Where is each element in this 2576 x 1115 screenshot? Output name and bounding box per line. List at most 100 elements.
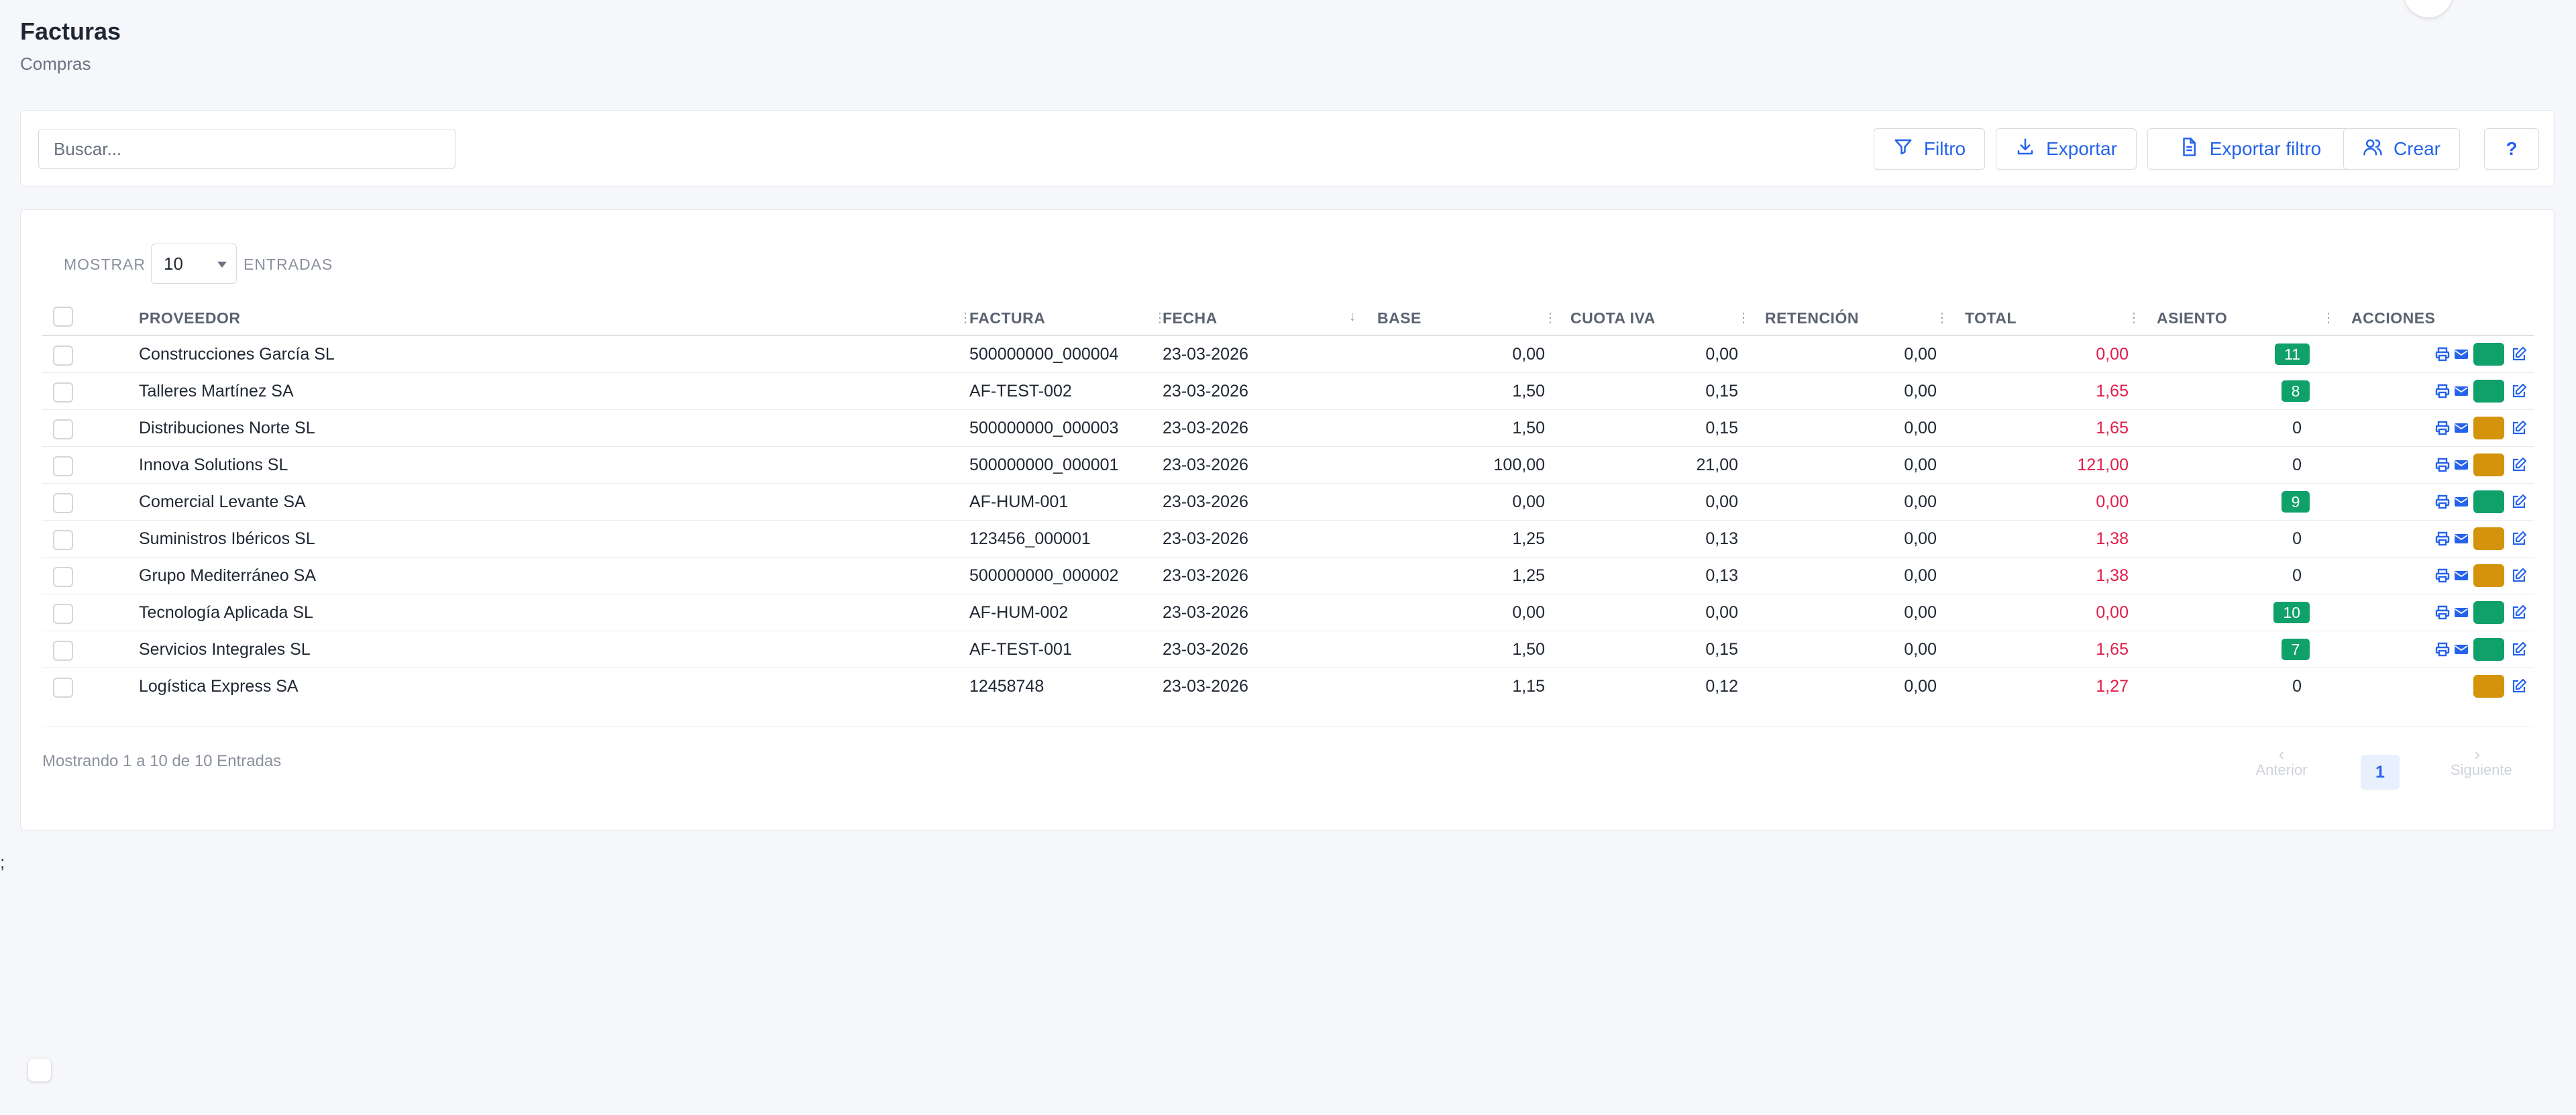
corner-toggle[interactable] [28, 1059, 51, 1081]
cell-proveedor: Innova Solutions SL [139, 456, 288, 474]
status-button[interactable] [2473, 675, 2504, 698]
table-row[interactable]: Logística Express SA 12458748 23-03-2026 1,… [42, 668, 2534, 704]
mail-icon[interactable] [2453, 420, 2469, 436]
edit-icon[interactable] [2511, 641, 2527, 657]
row-checkbox[interactable] [53, 604, 73, 624]
top-right-round-button[interactable] [2404, 0, 2453, 17]
mail-icon[interactable] [2453, 531, 2469, 547]
page-size-select[interactable]: 10 [151, 244, 237, 284]
sort-icon[interactable]: ⋮ [2322, 309, 2335, 326]
table-row[interactable]: Comercial Levante SA AF-HUM-001 23-03-2026… [42, 484, 2534, 521]
select-all-checkbox[interactable] [53, 307, 73, 327]
column-header-asiento[interactable]: ASIENTO [2157, 309, 2227, 327]
column-header-total[interactable]: TOTAL [1965, 309, 2017, 327]
column-header-base[interactable]: BASE [1377, 309, 1421, 327]
edit-icon[interactable] [2511, 678, 2527, 694]
edit-icon[interactable] [2511, 420, 2527, 436]
status-button[interactable] [2473, 490, 2504, 513]
page-subtitle: Compras [20, 54, 91, 74]
export-button[interactable]: Exportar [1996, 128, 2137, 170]
row-checkbox[interactable] [53, 678, 73, 698]
table-row[interactable]: Servicios Integrales SL AF-TEST-001 23-03-… [42, 631, 2534, 668]
mail-icon[interactable] [2453, 568, 2469, 584]
status-button[interactable] [2473, 601, 2504, 624]
edit-icon[interactable] [2511, 457, 2527, 473]
edit-icon[interactable] [2511, 531, 2527, 547]
print-icon[interactable] [2434, 531, 2451, 547]
sort-icon[interactable]: ⋮ [1737, 309, 1750, 326]
table-row[interactable]: Grupo Mediterráneo SA 500000000_000002 23-… [42, 558, 2534, 594]
print-icon[interactable] [2434, 568, 2451, 584]
filter-button[interactable]: Filtro [1874, 128, 1985, 170]
mail-icon[interactable] [2453, 346, 2469, 362]
print-icon[interactable] [2434, 457, 2451, 473]
invoice-table: PROVEEDOR ⋮ FACTURA ⋮ FECHA ↓ BASE ⋮ CUO… [42, 297, 2534, 704]
edit-icon[interactable] [2511, 568, 2527, 584]
row-checkbox[interactable] [53, 456, 73, 476]
table-row[interactable]: Distribuciones Norte SL 500000000_000003 2… [42, 410, 2534, 447]
page-1-button[interactable]: 1 [2361, 755, 2400, 790]
asiento-badge[interactable]: 8 [2282, 380, 2310, 402]
sort-desc-icon[interactable]: ↓ [1349, 309, 1356, 325]
asiento-badge[interactable]: 10 [2273, 602, 2310, 623]
print-icon[interactable] [2434, 604, 2451, 621]
column-header-factura[interactable]: FACTURA [969, 309, 1045, 327]
status-button[interactable] [2473, 638, 2504, 661]
column-header-retencion[interactable]: RETENCIÓN [1765, 309, 1859, 327]
cell-factura: 500000000_000003 [969, 419, 1119, 437]
column-header-fecha[interactable]: FECHA [1163, 309, 1218, 327]
previous-page-button[interactable]: ‹ Anterior [2255, 745, 2308, 787]
sort-icon[interactable]: ⋮ [1544, 309, 1557, 326]
mail-icon[interactable] [2453, 604, 2469, 621]
page-title: Facturas [20, 17, 121, 45]
status-button[interactable] [2473, 417, 2504, 439]
column-header-cuota-iva[interactable]: CUOTA IVA [1570, 309, 1656, 327]
print-icon[interactable] [2434, 641, 2451, 657]
table-row[interactable]: Talleres Martínez SA AF-TEST-002 23-03-202… [42, 373, 2534, 410]
sort-icon[interactable]: ⋮ [1935, 309, 1949, 326]
mail-icon[interactable] [2453, 457, 2469, 473]
mail-icon[interactable] [2453, 383, 2469, 399]
cell-factura: 500000000_000002 [969, 566, 1119, 585]
next-page-button[interactable]: › Siguiente [2451, 745, 2512, 787]
asiento-badge[interactable]: 7 [2282, 639, 2310, 660]
status-button[interactable] [2473, 454, 2504, 476]
row-checkbox[interactable] [53, 493, 73, 513]
edit-icon[interactable] [2511, 346, 2527, 362]
sort-icon[interactable]: ⋮ [2127, 309, 2141, 326]
table-row[interactable]: Tecnología Aplicada SL AF-HUM-002 23-03-20… [42, 594, 2534, 631]
status-button[interactable] [2473, 380, 2504, 403]
help-button[interactable]: ? [2484, 128, 2539, 170]
print-icon[interactable] [2434, 420, 2451, 436]
cell-total: 1,27 [2096, 677, 2129, 696]
status-button[interactable] [2473, 527, 2504, 550]
mail-icon[interactable] [2453, 641, 2469, 657]
row-checkbox[interactable] [53, 567, 73, 587]
row-checkbox[interactable] [53, 346, 73, 366]
row-checkbox[interactable] [53, 530, 73, 550]
table-row[interactable]: Suministros Ibéricos SL 123456_000001 23-0… [42, 521, 2534, 558]
mail-icon[interactable] [2453, 494, 2469, 510]
edit-icon[interactable] [2511, 494, 2527, 510]
create-button[interactable]: Crear [2343, 128, 2460, 170]
table-card: MOSTRAR 10 ENTRADAS PROVEEDOR ⋮ FACTURA … [20, 209, 2555, 831]
search-input[interactable] [38, 129, 455, 169]
table-row[interactable]: Construcciones García SL 500000000_000004… [42, 336, 2534, 373]
cell-total: 0,00 [2096, 603, 2129, 622]
edit-icon[interactable] [2511, 383, 2527, 399]
print-icon[interactable] [2434, 346, 2451, 362]
print-icon[interactable] [2434, 494, 2451, 510]
row-checkbox[interactable] [53, 419, 73, 439]
asiento-badge[interactable]: 9 [2282, 491, 2310, 513]
status-button[interactable] [2473, 343, 2504, 366]
table-header-row: PROVEEDOR ⋮ FACTURA ⋮ FECHA ↓ BASE ⋮ CUO… [42, 297, 2534, 336]
column-header-proveedor[interactable]: PROVEEDOR [139, 309, 240, 327]
row-checkbox[interactable] [53, 641, 73, 661]
status-button[interactable] [2473, 564, 2504, 587]
asiento-badge[interactable]: 11 [2275, 343, 2310, 365]
row-checkbox[interactable] [53, 382, 73, 403]
print-icon[interactable] [2434, 383, 2451, 399]
table-row[interactable]: Innova Solutions SL 500000000_000001 23-03… [42, 447, 2534, 484]
edit-icon[interactable] [2511, 604, 2527, 621]
export-filter-button[interactable]: Exportar filtro [2147, 128, 2353, 170]
